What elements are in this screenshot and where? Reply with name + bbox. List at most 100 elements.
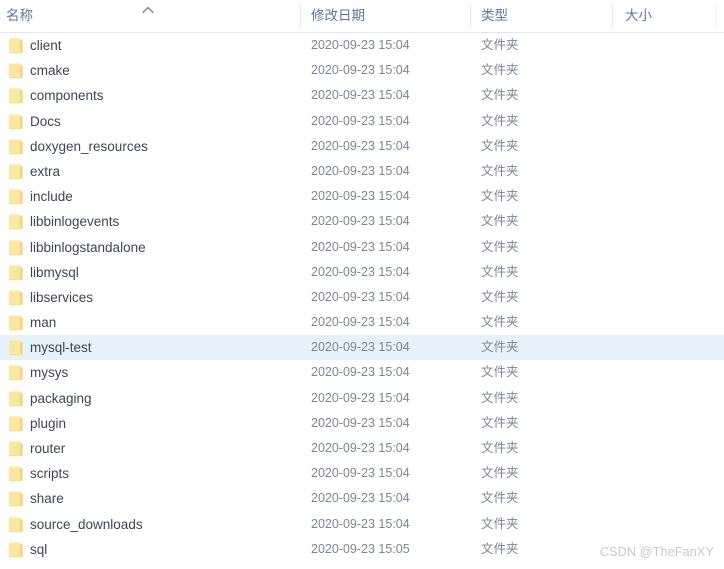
file-type-cell: 文件夹 xyxy=(481,340,519,355)
file-list-row[interactable]: components 2020-09-23 15:04 文件夹 xyxy=(0,83,724,108)
file-date-cell: 2020-09-23 15:04 xyxy=(311,88,410,103)
file-list-row[interactable]: plugin 2020-09-23 15:04 文件夹 xyxy=(0,411,724,436)
file-list-row[interactable]: router 2020-09-23 15:04 文件夹 xyxy=(0,436,724,461)
file-name-cell[interactable]: router xyxy=(30,436,295,461)
file-date-cell: 2020-09-23 15:04 xyxy=(311,138,410,153)
file-list-row[interactable]: mysql-test 2020-09-23 15:04 文件夹 xyxy=(0,335,724,361)
file-list-view: 名称 修改日期 类型 大小 client 2020-09-23 15:04 文件夹 c… xyxy=(0,0,724,569)
file-size-cell xyxy=(625,134,710,159)
file-name-cell[interactable]: scripts xyxy=(30,461,295,486)
file-name-cell[interactable]: include xyxy=(30,184,295,209)
file-size-cell xyxy=(625,335,710,360)
file-type-cell: 文件夹 xyxy=(481,239,519,254)
file-name-cell[interactable]: client xyxy=(30,33,295,58)
file-list-row[interactable]: source_downloads 2020-09-23 15:04 文件夹 xyxy=(0,512,724,537)
folder-icon xyxy=(8,239,25,256)
file-type-cell: 文件夹 xyxy=(481,516,519,531)
file-name-cell[interactable]: libmysql xyxy=(30,260,295,285)
file-date-cell: 2020-09-23 15:04 xyxy=(311,491,410,506)
file-size-cell xyxy=(625,184,710,209)
file-list-row[interactable]: cmake 2020-09-23 15:04 文件夹 xyxy=(0,58,724,83)
file-type-cell: 文件夹 xyxy=(481,38,519,52)
file-list-row[interactable]: libmysql 2020-09-23 15:04 文件夹 xyxy=(0,260,724,285)
file-date-cell: 2020-09-23 15:04 xyxy=(311,315,410,330)
file-date-cell: 2020-09-23 15:04 xyxy=(311,113,410,128)
file-name-cell[interactable]: libbinlogstandalone xyxy=(30,235,295,260)
file-list-row[interactable]: mysys 2020-09-23 15:04 文件夹 xyxy=(0,360,724,385)
file-date-cell: 2020-09-23 15:04 xyxy=(311,163,410,178)
file-list-row[interactable]: libbinlogstandalone 2020-09-23 15:04 文件夹 xyxy=(0,235,724,260)
file-list-row[interactable]: client 2020-09-23 15:04 文件夹 xyxy=(0,33,724,58)
file-date-cell: 2020-09-23 15:04 xyxy=(311,415,410,430)
file-name-cell[interactable]: mysys xyxy=(30,360,295,385)
column-divider-4[interactable] xyxy=(715,4,716,28)
file-size-cell xyxy=(625,109,710,134)
column-divider-2[interactable] xyxy=(470,4,471,28)
file-name-cell[interactable]: mysql-test xyxy=(30,335,295,360)
file-list-row[interactable]: packaging 2020-09-23 15:04 文件夹 xyxy=(0,386,724,411)
file-list-row[interactable]: scripts 2020-09-23 15:04 文件夹 xyxy=(0,461,724,486)
file-name-cell[interactable]: share xyxy=(30,486,295,511)
file-type-cell: 文件夹 xyxy=(481,365,519,380)
file-list-row[interactable]: man 2020-09-23 15:04 文件夹 xyxy=(0,310,724,335)
file-type-cell: 文件夹 xyxy=(481,441,519,455)
column-header-name[interactable]: 名称 xyxy=(6,0,146,32)
chevron-up-icon[interactable] xyxy=(141,4,155,16)
folder-icon xyxy=(8,390,25,407)
file-list-row[interactable]: extra 2020-09-23 15:04 文件夹 xyxy=(0,159,724,184)
file-type-cell: 文件夹 xyxy=(481,390,519,405)
column-divider-1[interactable] xyxy=(300,4,301,28)
file-list-row[interactable]: Docs 2020-09-23 15:04 文件夹 xyxy=(0,109,724,134)
file-size-cell xyxy=(625,209,710,234)
file-type-cell: 文件夹 xyxy=(481,541,519,556)
file-size-cell xyxy=(625,33,710,58)
file-date-cell: 2020-09-23 15:04 xyxy=(311,63,410,78)
file-list-row[interactable]: libservices 2020-09-23 15:04 文件夹 xyxy=(0,285,724,310)
folder-icon xyxy=(8,440,25,457)
file-name-cell[interactable]: components xyxy=(30,83,295,108)
column-header-bar: 名称 修改日期 类型 大小 xyxy=(0,0,724,33)
file-name-cell[interactable]: libservices xyxy=(30,285,295,310)
file-name-cell[interactable]: cmake xyxy=(30,58,295,83)
file-name-cell[interactable]: Docs xyxy=(30,109,295,134)
folder-icon xyxy=(8,188,25,205)
file-list-row[interactable]: include 2020-09-23 15:04 文件夹 xyxy=(0,184,724,209)
file-name-cell[interactable]: plugin xyxy=(30,411,295,436)
file-name-cell[interactable]: extra xyxy=(30,159,295,184)
file-date-cell: 2020-09-23 15:04 xyxy=(311,390,410,405)
file-type-cell: 文件夹 xyxy=(481,189,519,204)
file-name-cell[interactable]: doxygen_resources xyxy=(30,134,295,159)
folder-icon xyxy=(8,113,25,130)
column-header-type[interactable]: 类型 xyxy=(481,0,601,32)
file-name-cell[interactable]: man xyxy=(30,310,295,335)
file-name-cell[interactable]: libbinlogevents xyxy=(30,209,295,234)
file-size-cell xyxy=(625,512,710,537)
file-size-cell xyxy=(625,411,710,436)
file-size-cell xyxy=(625,159,710,184)
file-date-cell: 2020-09-23 15:04 xyxy=(311,365,410,380)
column-divider-3[interactable] xyxy=(612,4,613,28)
file-date-cell: 2020-09-23 15:04 xyxy=(311,441,410,455)
file-list-row[interactable]: share 2020-09-23 15:04 文件夹 xyxy=(0,486,724,511)
folder-icon xyxy=(8,364,25,381)
file-date-cell: 2020-09-23 15:04 xyxy=(311,239,410,254)
file-date-cell: 2020-09-23 15:04 xyxy=(311,466,410,481)
file-date-cell: 2020-09-23 15:04 xyxy=(311,38,410,52)
column-header-size[interactable]: 大小 xyxy=(625,0,710,32)
file-size-cell xyxy=(625,285,710,310)
file-name-cell[interactable]: source_downloads xyxy=(30,512,295,537)
file-date-cell: 2020-09-23 15:05 xyxy=(311,541,410,556)
file-list-row[interactable]: doxygen_resources 2020-09-23 15:04 文件夹 xyxy=(0,134,724,159)
file-size-cell xyxy=(625,436,710,461)
folder-icon xyxy=(8,339,25,356)
folder-icon xyxy=(8,314,25,331)
file-list-row[interactable]: libbinlogevents 2020-09-23 15:04 文件夹 xyxy=(0,209,724,234)
file-name-cell[interactable]: packaging xyxy=(30,386,295,411)
folder-icon xyxy=(8,541,25,558)
column-header-date-modified[interactable]: 修改日期 xyxy=(311,0,461,32)
file-type-cell: 文件夹 xyxy=(481,163,519,178)
file-name-cell[interactable]: sql xyxy=(30,537,295,562)
file-type-cell: 文件夹 xyxy=(481,415,519,430)
folder-icon xyxy=(8,163,25,180)
folder-icon xyxy=(8,289,25,306)
